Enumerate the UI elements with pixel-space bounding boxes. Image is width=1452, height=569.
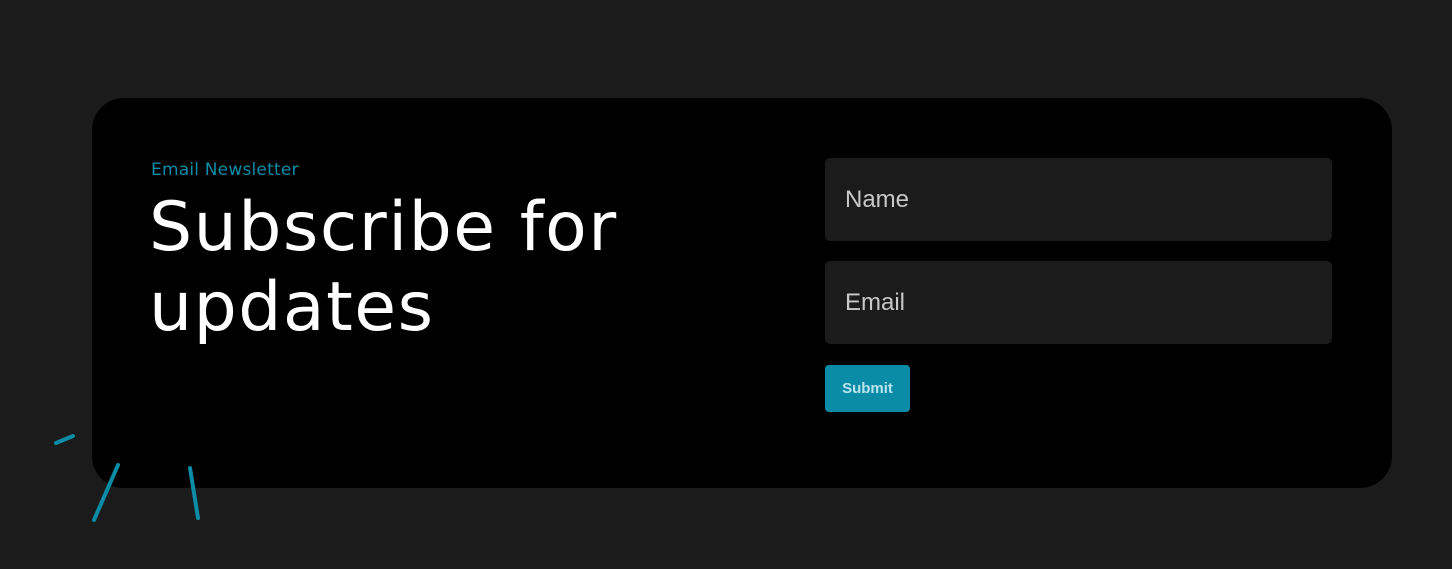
- newsletter-headline: Subscribe for updates: [149, 188, 618, 347]
- submit-button[interactable]: Submit: [825, 365, 910, 412]
- newsletter-card: Email Newsletter Subscribe for updates S…: [92, 98, 1392, 488]
- email-input[interactable]: [825, 261, 1332, 344]
- newsletter-eyebrow: Email Newsletter: [151, 160, 299, 180]
- name-input[interactable]: [825, 158, 1332, 241]
- page: Email Newsletter Subscribe for updates S…: [0, 0, 1452, 569]
- accent-dash-icon: [54, 434, 75, 445]
